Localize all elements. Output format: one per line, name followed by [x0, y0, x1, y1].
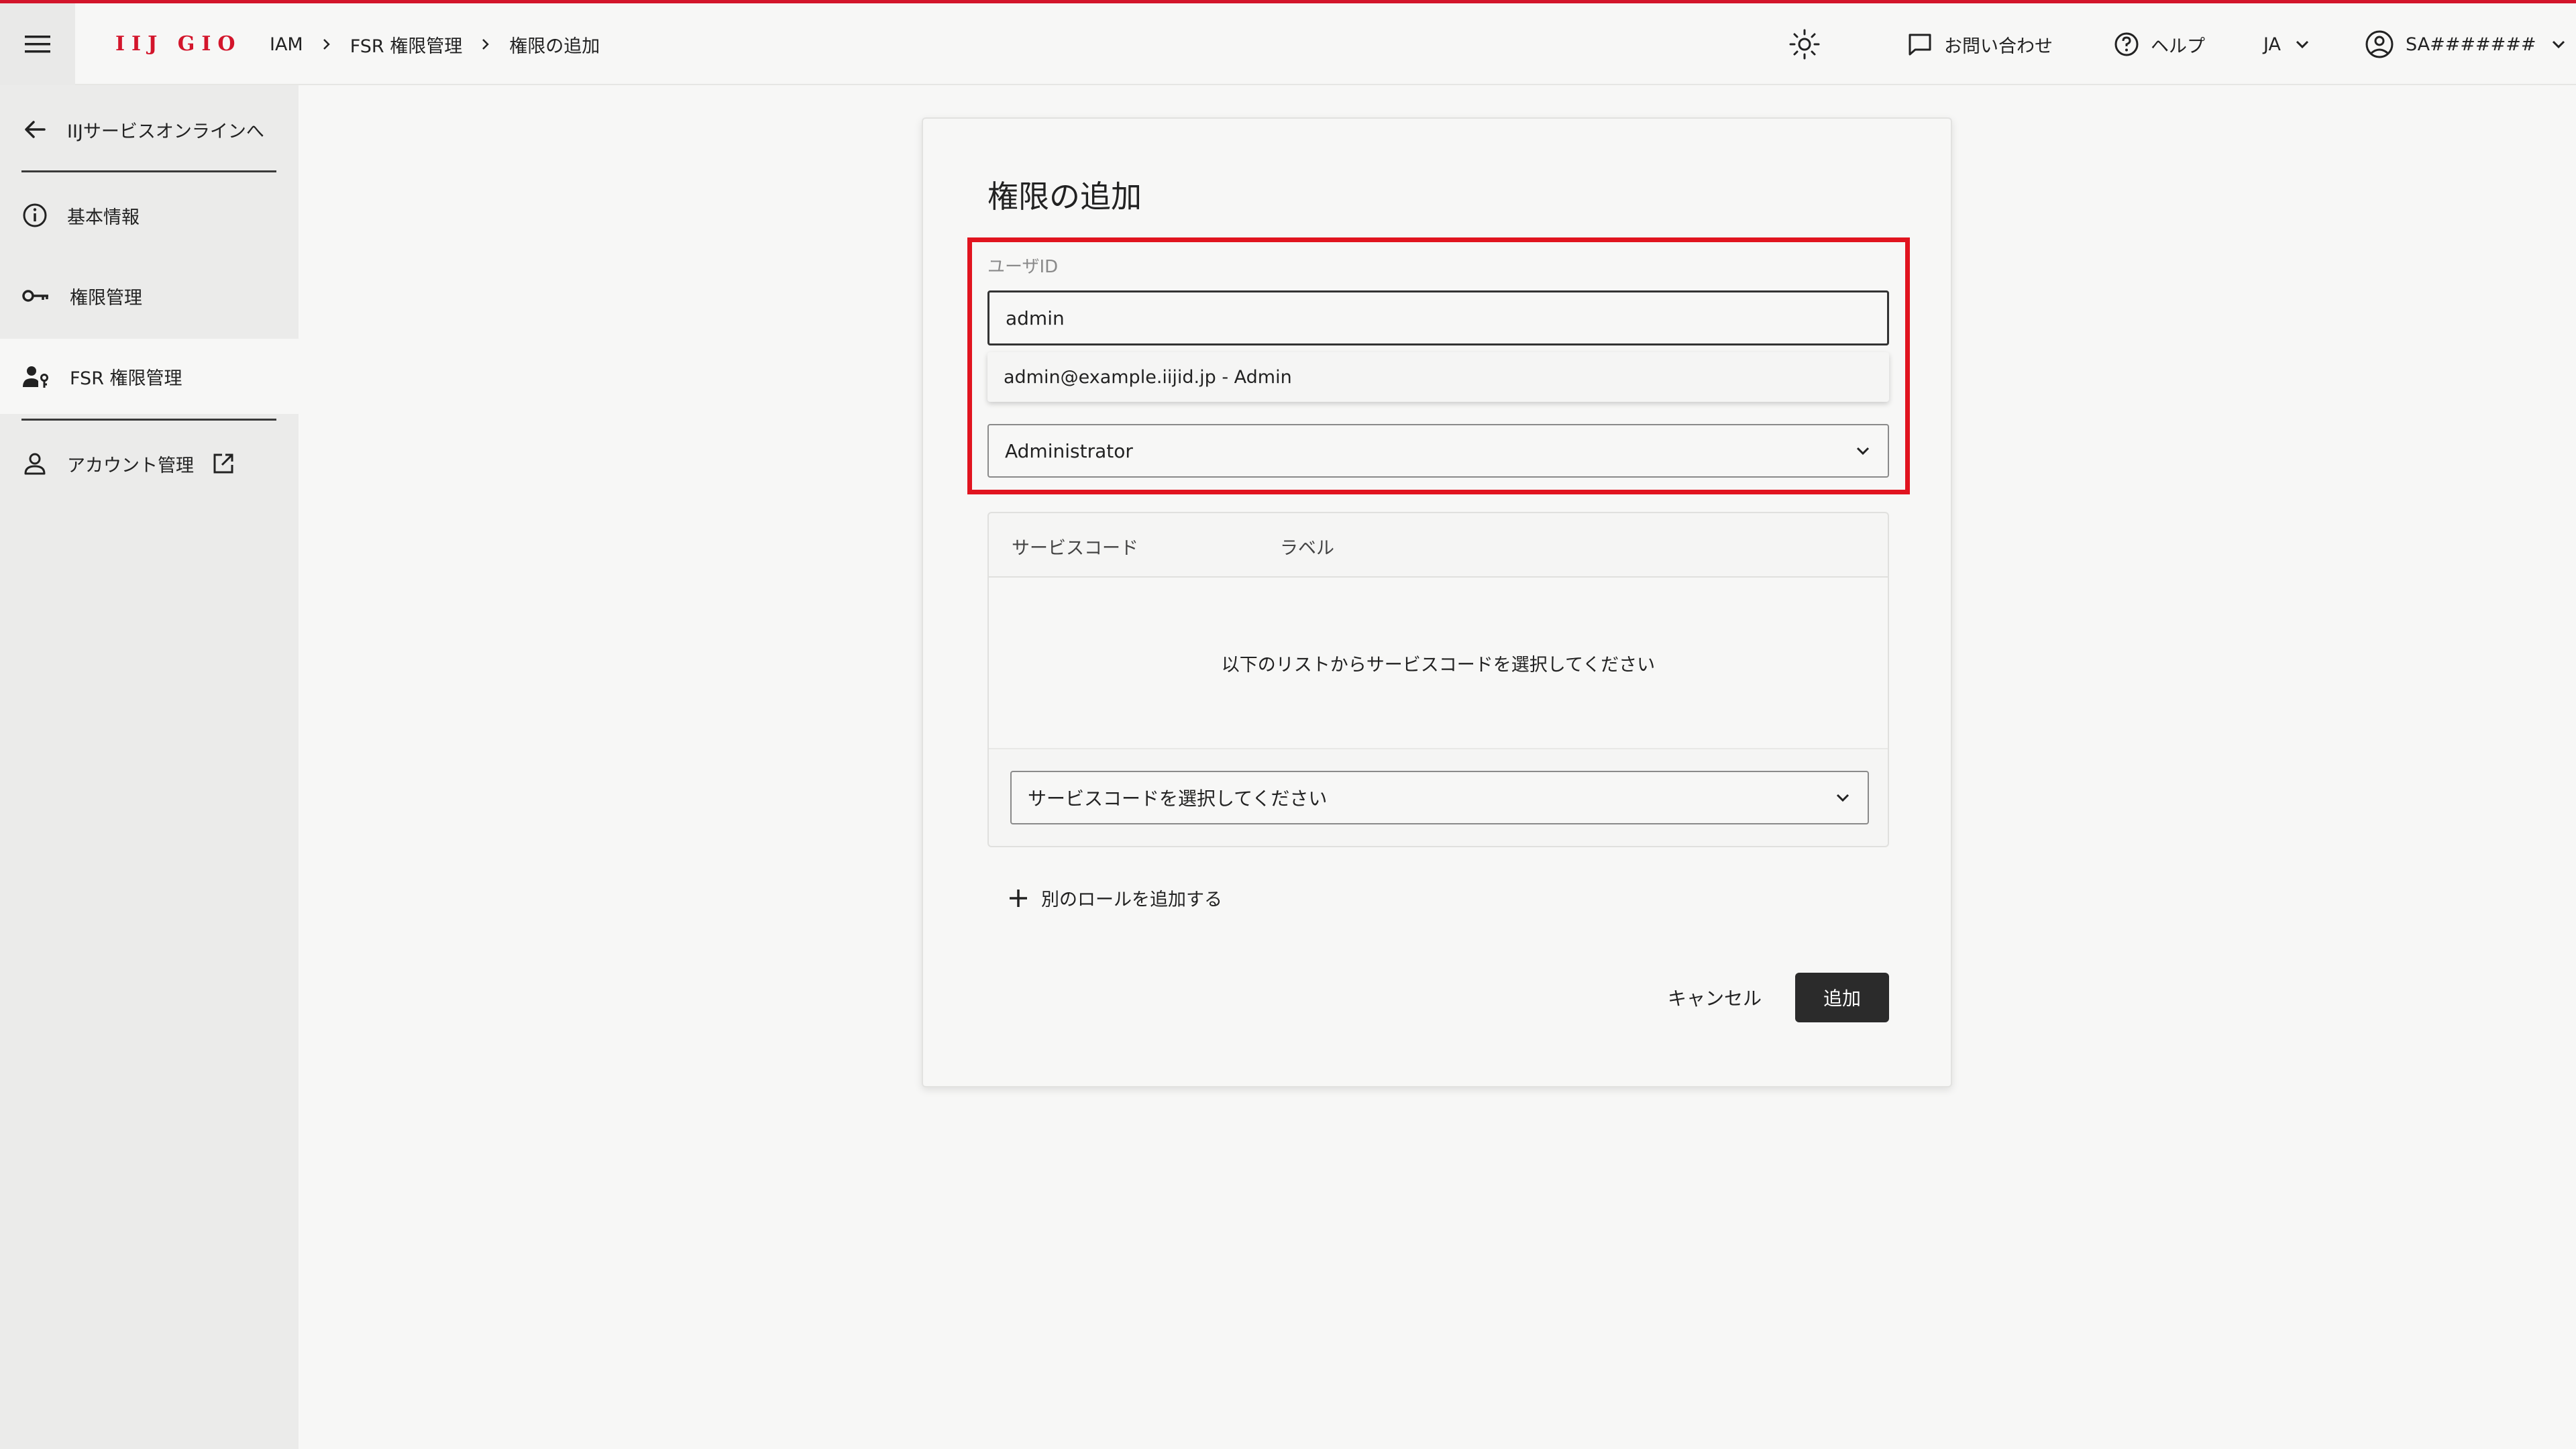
page-title: 権限の追加 — [987, 178, 1142, 215]
sun-icon — [1789, 29, 1820, 60]
empty-message-text: 以下のリストからサービスコードを選択してください — [1221, 654, 1656, 676]
sidebar-item-label: 権限管理 — [70, 287, 142, 309]
highlight-box — [967, 237, 1910, 494]
sidebar-divider — [21, 170, 276, 172]
chevron-down-icon — [2553, 40, 2565, 49]
app-header: IIJ GIO IAM FSR 権限管理 権限の追加 お問い合わせ ヘルプ JA… — [0, 3, 2576, 85]
breadcrumb-current: 権限の追加 — [509, 36, 600, 57]
user-label: SA####### — [2406, 34, 2536, 55]
sidebar-item-basic-info[interactable]: 基本情報 — [0, 178, 299, 253]
breadcrumb-iam[interactable]: IAM — [270, 34, 303, 55]
breadcrumb: IAM FSR 権限管理 権限の追加 — [270, 3, 600, 85]
sidebar: IIJサービスオンラインへ 基本情報 権限管理 FSR 権限管理 アカウント管理 — [0, 85, 299, 1449]
menu-button[interactable] — [0, 3, 75, 85]
submit-add-button[interactable]: 追加 — [1795, 973, 1889, 1022]
chevron-down-icon — [2296, 40, 2309, 49]
cancel-button[interactable]: キャンセル — [1661, 973, 1768, 1022]
theme-toggle[interactable] — [1788, 3, 1821, 85]
add-permission-card: 権限の追加 ユーザID Administrator admin@example.… — [922, 117, 1952, 1087]
key-icon — [22, 290, 48, 302]
service-select-placeholder: サービスコードを選択してください — [1028, 788, 1328, 810]
arrow-left-icon — [25, 121, 46, 138]
chevron-right-icon — [322, 38, 331, 51]
user-key-icon — [23, 366, 48, 388]
sidebar-item-permissions[interactable]: 権限管理 — [0, 258, 299, 333]
language-label: JA — [2263, 34, 2281, 55]
person-icon — [24, 453, 46, 475]
help-label: ヘルプ — [2151, 36, 2205, 57]
table-header: サービスコード ラベル — [989, 513, 1888, 578]
hamburger-icon — [25, 36, 50, 53]
add-role-label: 別のロールを追加する — [1041, 890, 1222, 910]
plus-icon — [1010, 889, 1027, 907]
chevron-down-icon — [1836, 794, 1849, 802]
chevron-right-icon — [481, 38, 490, 51]
info-icon — [23, 203, 47, 227]
sidebar-item-fsr-permissions[interactable]: FSR 権限管理 — [0, 339, 299, 414]
sidebar-item-label: FSR 権限管理 — [70, 368, 182, 389]
service-code-table: サービスコード ラベル 以下のリストからサービスコードを選択してください サービ… — [987, 512, 1889, 847]
add-role-button[interactable]: 別のロールを追加する — [1008, 885, 1222, 911]
sidebar-divider — [21, 419, 276, 421]
help-button[interactable]: ヘルプ — [2113, 31, 2205, 58]
sidebar-item-account-management[interactable]: アカウント管理 — [0, 426, 299, 501]
chat-icon — [1909, 34, 1931, 56]
sidebar-back-label: IIJサービスオンラインへ — [67, 121, 264, 142]
sidebar-item-label: 基本情報 — [67, 207, 140, 228]
column-label: ラベル — [1280, 538, 1334, 559]
language-select[interactable]: JA — [2263, 34, 2310, 55]
contact-button[interactable]: お問い合わせ — [1907, 31, 2053, 58]
service-code-select[interactable]: サービスコードを選択してください — [1010, 771, 1869, 824]
account-circle-icon — [2365, 30, 2394, 58]
brand-logo[interactable]: IIJ GIO — [115, 33, 242, 56]
user-menu[interactable]: SA####### — [2364, 29, 2567, 60]
external-link-icon — [213, 453, 233, 474]
help-circle-icon — [2114, 32, 2139, 56]
sidebar-item-label: アカウント管理 — [67, 455, 194, 476]
breadcrumb-fsr[interactable]: FSR 権限管理 — [350, 32, 463, 58]
sidebar-back-link[interactable]: IIJサービスオンラインへ — [0, 92, 299, 167]
column-service-code: サービスコード — [1012, 538, 1138, 559]
table-empty-message: 以下のリストからサービスコードを選択してください — [989, 578, 1888, 749]
contact-label: お問い合わせ — [1944, 36, 2053, 57]
